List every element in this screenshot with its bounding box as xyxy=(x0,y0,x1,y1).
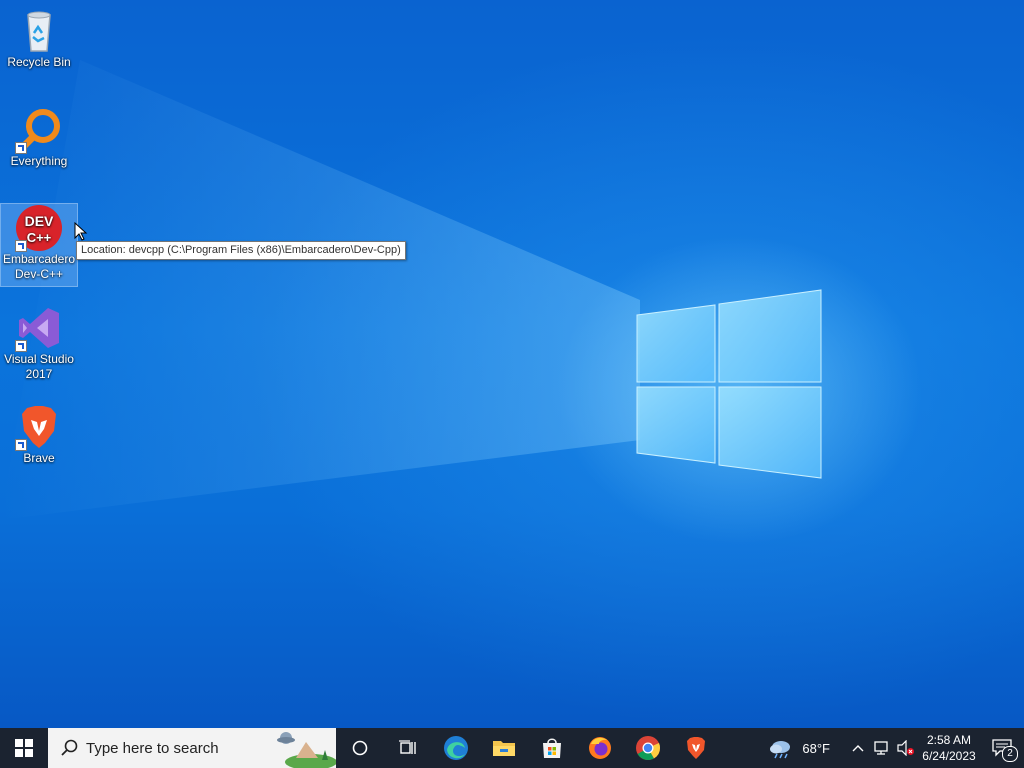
taskbar-search-box[interactable]: Type here to search xyxy=(48,728,336,768)
visual-studio-icon xyxy=(15,304,63,352)
mouse-cursor-icon xyxy=(74,222,88,241)
task-view-icon xyxy=(399,740,416,754)
search-highlight-illustration-icon xyxy=(277,732,336,768)
network-button[interactable] xyxy=(870,728,894,768)
cloudy-rain-icon xyxy=(770,741,791,759)
cortana-icon xyxy=(352,740,368,756)
brave-icon xyxy=(687,737,705,759)
weather-temperature: 68°F xyxy=(802,740,830,756)
edge-icon xyxy=(444,736,468,760)
clock-date: 6/24/2023 xyxy=(922,749,976,763)
taskbar-firefox[interactable] xyxy=(576,728,624,768)
clock-time: 2:58 AM xyxy=(926,733,972,747)
desktop-icon-label: Recycle Bin xyxy=(7,55,71,69)
cortana-button[interactable] xyxy=(336,728,384,768)
desktop: Recycle Bin Everything DEV C++ Embarcade… xyxy=(0,0,1024,728)
microsoft-store-icon xyxy=(543,738,561,758)
taskbar: Type here to search 68°F 2:58 AM 6/24/20… xyxy=(0,728,1024,768)
location-tooltip: Location: devcpp (C:\Program Files (x86)… xyxy=(76,241,406,260)
desktop-icon-label: Everything xyxy=(10,154,68,168)
brave-icon xyxy=(15,403,63,451)
chevron-up-icon xyxy=(852,745,864,752)
taskbar-microsoft-store[interactable] xyxy=(528,728,576,768)
system-tray: 68°F 2:58 AM 6/24/2023 2 xyxy=(762,728,1024,768)
desktop-icon-recycle-bin[interactable]: Recycle Bin xyxy=(1,7,77,70)
show-hidden-icons-button[interactable] xyxy=(846,728,870,768)
shortcut-arrow-icon xyxy=(15,240,27,252)
recycle-bin-icon xyxy=(15,7,63,55)
desktop-icon-label: Visual Studio 2017 xyxy=(4,352,74,381)
desktop-icon-devcpp[interactable]: DEV C++ Embarcadero Dev-C++ xyxy=(0,203,78,287)
shortcut-arrow-icon xyxy=(15,340,27,352)
notification-count-badge: 2 xyxy=(1002,746,1018,762)
devcpp-icon: DEV C++ xyxy=(15,204,63,252)
svg-text:C++: C++ xyxy=(27,230,52,245)
taskbar-chrome[interactable] xyxy=(624,728,672,768)
file-explorer-icon xyxy=(493,741,515,756)
desktop-icon-everything[interactable]: Everything xyxy=(1,106,77,169)
windows-start-icon xyxy=(15,739,33,757)
volume-button[interactable] xyxy=(894,728,918,768)
weather-widget[interactable]: 68°F xyxy=(762,728,836,768)
volume-muted-icon xyxy=(897,740,914,756)
desktop-icon-label: Brave xyxy=(23,451,55,465)
svg-text:DEV: DEV xyxy=(25,213,54,229)
desktop-icon-brave[interactable]: Brave xyxy=(1,403,77,466)
network-icon xyxy=(874,741,888,755)
firefox-icon xyxy=(589,737,611,759)
shortcut-arrow-icon xyxy=(15,142,27,154)
task-view-button[interactable] xyxy=(384,728,432,768)
taskbar-brave[interactable] xyxy=(672,728,720,768)
desktop-icon-label: Embarcadero Dev-C++ xyxy=(2,252,76,281)
search-placeholder: Type here to search xyxy=(86,739,219,757)
taskbar-file-explorer[interactable] xyxy=(480,728,528,768)
taskbar-edge[interactable] xyxy=(432,728,480,768)
chrome-icon xyxy=(636,736,661,761)
shortcut-arrow-icon xyxy=(15,439,27,451)
wallpaper-windows-logo xyxy=(0,60,822,520)
start-button[interactable] xyxy=(0,728,48,768)
everything-search-icon xyxy=(15,106,63,154)
taskbar-clock[interactable]: 2:58 AM 6/24/2023 xyxy=(918,732,980,764)
action-center-button[interactable]: 2 xyxy=(980,728,1024,768)
search-icon xyxy=(61,739,78,756)
desktop-icon-visual-studio[interactable]: Visual Studio 2017 xyxy=(1,304,77,382)
